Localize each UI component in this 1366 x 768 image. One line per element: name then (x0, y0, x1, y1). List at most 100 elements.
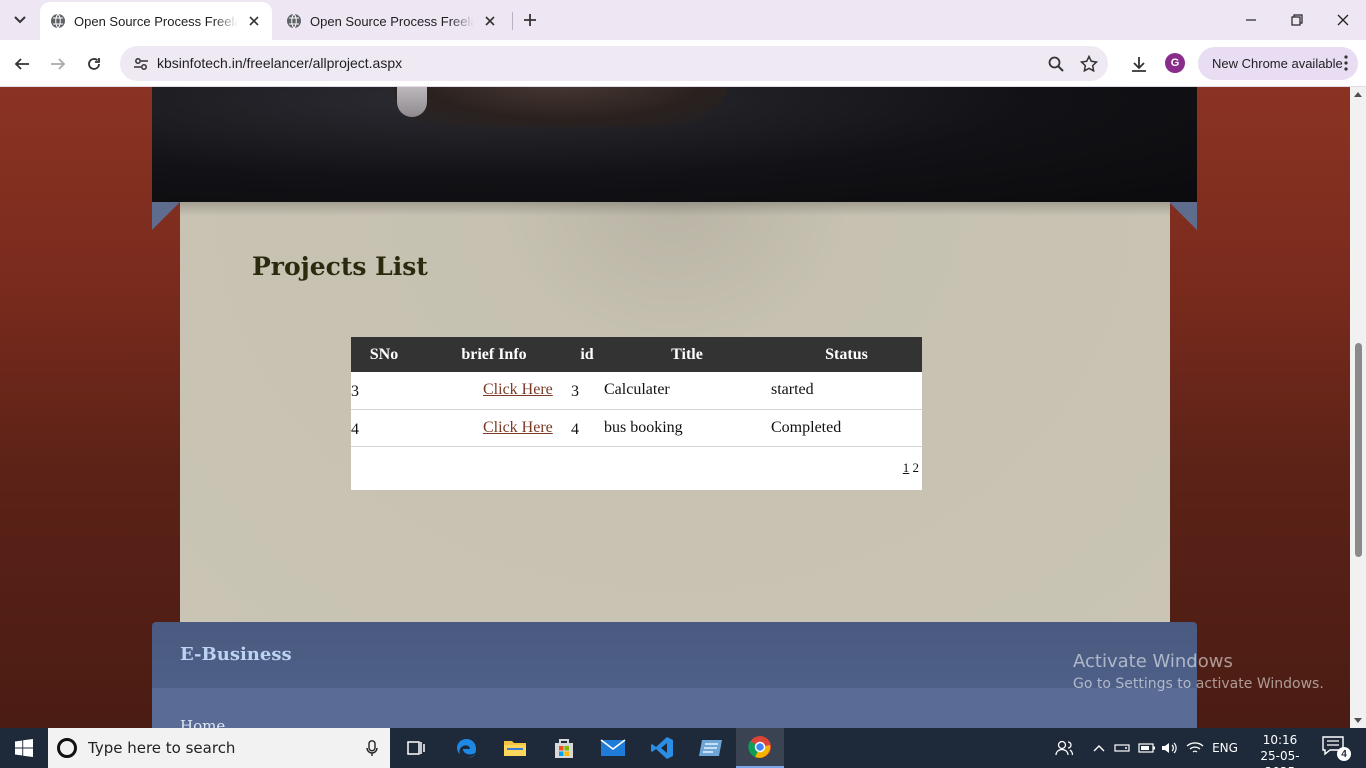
reload-button[interactable] (79, 49, 109, 79)
task-view-icon (407, 741, 425, 755)
file-explorer-taskbar-icon[interactable] (491, 728, 539, 768)
site-info-button[interactable] (128, 51, 154, 77)
mail-taskbar-icon[interactable] (589, 728, 637, 768)
globe-icon (51, 13, 65, 29)
site-footer: E-Business Home (152, 622, 1197, 728)
zoom-icon[interactable] (1044, 52, 1068, 76)
app-taskbar-icon[interactable] (687, 728, 735, 768)
cell-status: started (771, 372, 922, 410)
wifi-icon[interactable] (1184, 728, 1206, 768)
windows-logo-icon (15, 739, 33, 757)
tab-active[interactable]: Open Source Process Freelancer (40, 2, 272, 40)
drive-icon[interactable] (1111, 728, 1133, 768)
download-icon (1132, 57, 1146, 72)
chrome-taskbar-icon[interactable] (736, 728, 784, 768)
close-icon (1337, 14, 1349, 26)
activate-windows-watermark: Activate Windows Go to Settings to activ… (1073, 651, 1324, 692)
battery-icon[interactable] (1136, 728, 1158, 768)
back-button[interactable] (7, 49, 37, 79)
cell-title: Calculater (603, 372, 771, 410)
page-title: Projects List (252, 252, 428, 281)
bookmark-star-icon[interactable] (1077, 52, 1101, 76)
restore-button[interactable] (1274, 0, 1320, 40)
forward-button[interactable] (43, 49, 73, 79)
task-view-button[interactable] (392, 728, 440, 768)
address-bar[interactable]: kbsinfotech.in/freelancer/allproject.asp… (120, 46, 1108, 81)
chevron-down-icon (14, 16, 26, 24)
column-header-sno: SNo (369, 345, 399, 363)
plus-icon (524, 14, 536, 26)
column-header-id: id (580, 345, 594, 363)
cell-status: Completed (771, 409, 922, 447)
action-center-button[interactable]: 4 (1322, 736, 1351, 761)
cell-sno: 3 (351, 372, 417, 410)
minimize-icon (1246, 19, 1256, 21)
new-tab-button[interactable] (518, 8, 542, 32)
people-icon[interactable] (1050, 728, 1078, 768)
footer-title: E-Business (180, 644, 292, 665)
cell-sno: 4 (351, 409, 417, 447)
tab-separator (512, 12, 513, 30)
watermark-line1: Activate Windows (1073, 651, 1233, 672)
tab-search-button[interactable] (6, 6, 34, 34)
profile-avatar[interactable]: G (1165, 53, 1185, 73)
pager-link-1[interactable]: 1 (903, 460, 910, 475)
search-placeholder: Type here to search (88, 739, 236, 757)
pager: 1 2 (351, 446, 922, 490)
pager-link-2[interactable]: 2 (913, 460, 920, 475)
column-header-brief-info: brief Info (461, 345, 527, 363)
globe-icon (287, 13, 301, 29)
footer-link-home[interactable]: Home (180, 717, 225, 728)
chrome-update-button[interactable]: New Chrome available (1198, 47, 1358, 80)
column-header-status: Status (825, 345, 868, 363)
arrow-left-icon (14, 58, 29, 70)
tab-strip: Open Source Process Freelancer Open Sour… (0, 0, 1366, 40)
close-tab-icon[interactable] (480, 11, 500, 31)
notification-badge: 4 (1337, 747, 1351, 761)
minimize-button[interactable] (1228, 0, 1274, 40)
language-indicator[interactable]: ENG (1208, 728, 1242, 768)
projects-table: SNo brief Info id Title Status 3 Click H… (351, 337, 922, 490)
table-row: 4 Click Here 4 bus booking Completed (351, 409, 922, 447)
edge-taskbar-icon[interactable] (443, 728, 491, 768)
close-tab-icon[interactable] (244, 11, 264, 31)
clock-date: 25-05-2025 (1260, 749, 1300, 768)
start-button[interactable] (0, 728, 48, 768)
click-here-link[interactable]: Click Here (483, 381, 553, 398)
chevron-up-icon[interactable] (1088, 728, 1110, 768)
ribbon-right (1169, 202, 1197, 230)
clock-time: 10:16 (1262, 733, 1298, 747)
header-image (152, 87, 1197, 202)
volume-icon[interactable] (1159, 728, 1181, 768)
arrow-right-icon (51, 58, 66, 70)
close-window-button[interactable] (1320, 0, 1366, 40)
microphone-icon[interactable] (366, 740, 378, 757)
url-text[interactable]: kbsinfotech.in/freelancer/allproject.asp… (157, 55, 402, 71)
table-row: 3 Click Here 3 Calculater started (351, 372, 922, 410)
cell-brief-info: Click Here (417, 409, 571, 447)
click-here-link[interactable]: Click Here (483, 419, 553, 436)
content-panel: Projects List SNo brief Info id Title St… (180, 202, 1170, 622)
cell-id: 3 (571, 372, 603, 410)
cell-id: 4 (571, 409, 603, 447)
vertical-scrollbar[interactable] (1350, 87, 1366, 728)
tab-title: Open Source Process Freelancer (310, 13, 474, 29)
cell-title: bus booking (603, 409, 771, 447)
cortana-icon (57, 738, 77, 758)
taskbar-search-box[interactable]: Type here to search (48, 728, 390, 768)
pager-row: 1 2 (351, 446, 922, 490)
vscode-taskbar-icon[interactable] (638, 728, 686, 768)
scroll-up-arrow[interactable] (1354, 92, 1362, 97)
tab-inactive[interactable]: Open Source Process Freelancer (276, 2, 508, 40)
tune-icon (134, 58, 148, 70)
windows-taskbar: Type here to search ENG 10:16 25-05- 4 (0, 728, 1366, 768)
taskbar-clock[interactable]: 10:16 25-05-2025 (1250, 732, 1310, 768)
table-header-row: SNo brief Info id Title Status (351, 337, 922, 372)
store-taskbar-icon[interactable] (540, 728, 588, 768)
more-vert-icon (1344, 55, 1348, 71)
page-viewport: Projects List SNo brief Info id Title St… (0, 87, 1350, 728)
downloads-button[interactable] (1124, 49, 1154, 79)
reload-icon (88, 58, 100, 70)
scroll-down-arrow[interactable] (1354, 718, 1362, 723)
scroll-thumb[interactable] (1355, 343, 1362, 557)
